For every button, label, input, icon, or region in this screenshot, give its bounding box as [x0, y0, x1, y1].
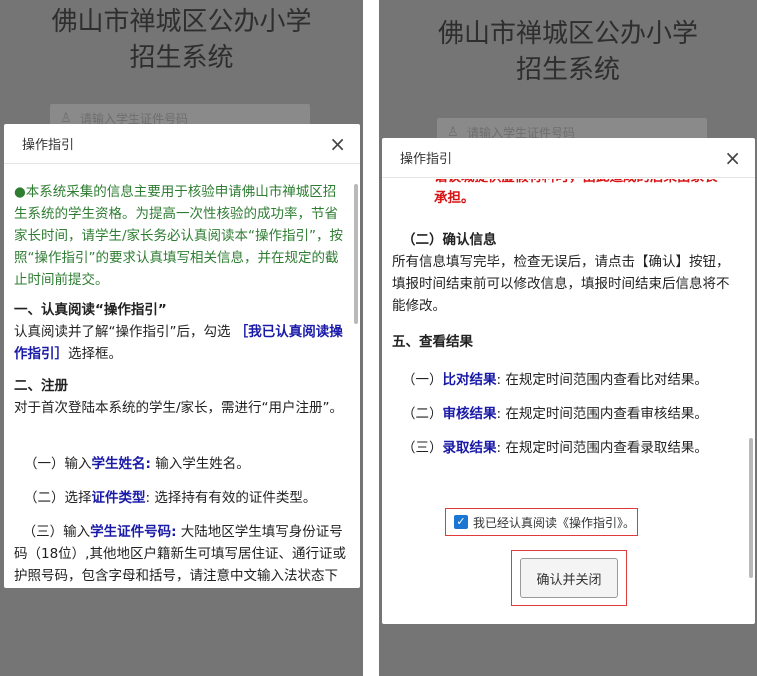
guide-modal: 操作指引 × 谐谈城提供虚假材料时，由此造成的后果由家长 承担。 （二）确认信息… [382, 138, 755, 624]
section-1-body: 认真阅读并了解“操作指引”后，勾选 ［我已认真阅读操作指引］选择框。 [14, 324, 343, 362]
modal-title: 操作指引 [22, 138, 75, 153]
scrollbar[interactable] [354, 184, 358, 324]
right-screen: 佛山市禅城区公办小学 招生系统 ♙ 请输入学生证件号码 操作指引 × 谐谈城提供… [379, 0, 757, 676]
checkbox-label: 我已经认真阅读《操作指引》。 [473, 515, 636, 530]
step-id-type: （二）选择证件类型: 选择持有有效的证件类型。 [24, 490, 317, 506]
section-2-body: 对于首次登陆本系统的学生/家长，需进行“用户注册”。 [14, 400, 344, 416]
intro-text: ●本系统采集的信息主要用于核验申请佛山市禅城区招生系统的学生资格。为提高一次性核… [14, 184, 344, 288]
section-2-title: 二、注册 [14, 378, 68, 394]
confirm-button-highlight: 确认并关闭 [511, 550, 627, 606]
read-guide-checkbox[interactable]: ✓ 我已经认真阅读《操作指引》。 [445, 508, 638, 536]
step-name: （一）输入学生姓名: 输入学生姓名。 [24, 456, 250, 472]
section-1-title: 一、认真阅读“操作指引” [14, 302, 167, 318]
close-icon[interactable]: × [329, 134, 346, 154]
modal-body[interactable]: ●本系统采集的信息主要用于核验申请佛山市禅城区招生系统的学生资格。为提高一次性核… [4, 165, 360, 588]
app-title: 佛山市禅城区公办小学 招生系统 [437, 19, 698, 85]
app-title: 佛山市禅城区公办小学 招生系统 [51, 7, 312, 73]
confirm-close-button[interactable]: 确认并关闭 [520, 558, 618, 598]
result-admission: （三）录取结果: 在规定时间范围内查看录取结果。 [402, 440, 708, 456]
checkbox-checked-icon[interactable]: ✓ [454, 515, 468, 529]
modal-header: 操作指引 × [4, 124, 360, 164]
guide-modal: 操作指引 × ●本系统采集的信息主要用于核验申请佛山市禅城区招生系统的学生资格。… [4, 124, 360, 588]
section-5-title: 五、查看结果 [392, 334, 473, 350]
modal-title: 操作指引 [400, 152, 453, 167]
result-review: （二）审核结果: 在规定时间范围内查看审核结果。 [402, 406, 708, 422]
confirm-info-body: 所有信息填写完毕，检查无误后，请点击【确认】按钮，填报时间结束前可以修改信息，填… [392, 254, 730, 314]
warning-text-tail: 承担。 [434, 190, 475, 206]
close-icon[interactable]: × [724, 148, 741, 168]
scrollbar[interactable] [749, 438, 753, 578]
modal-header: 操作指引 × [382, 138, 755, 178]
confirm-info-title: （二）确认信息 [402, 232, 497, 248]
result-compare: （一）比对结果: 在规定时间范围内查看比对结果。 [402, 372, 708, 388]
left-screen: 佛山市禅城区公办小学 招生系统 ♙ 请输入学生证件号码 操作指引 × ●本系统采… [0, 0, 363, 676]
step-id-number: （三）输入学生证件号码: 大陆地区学生填写身份证号码（18位）,其他地区户籍新生… [14, 524, 346, 584]
